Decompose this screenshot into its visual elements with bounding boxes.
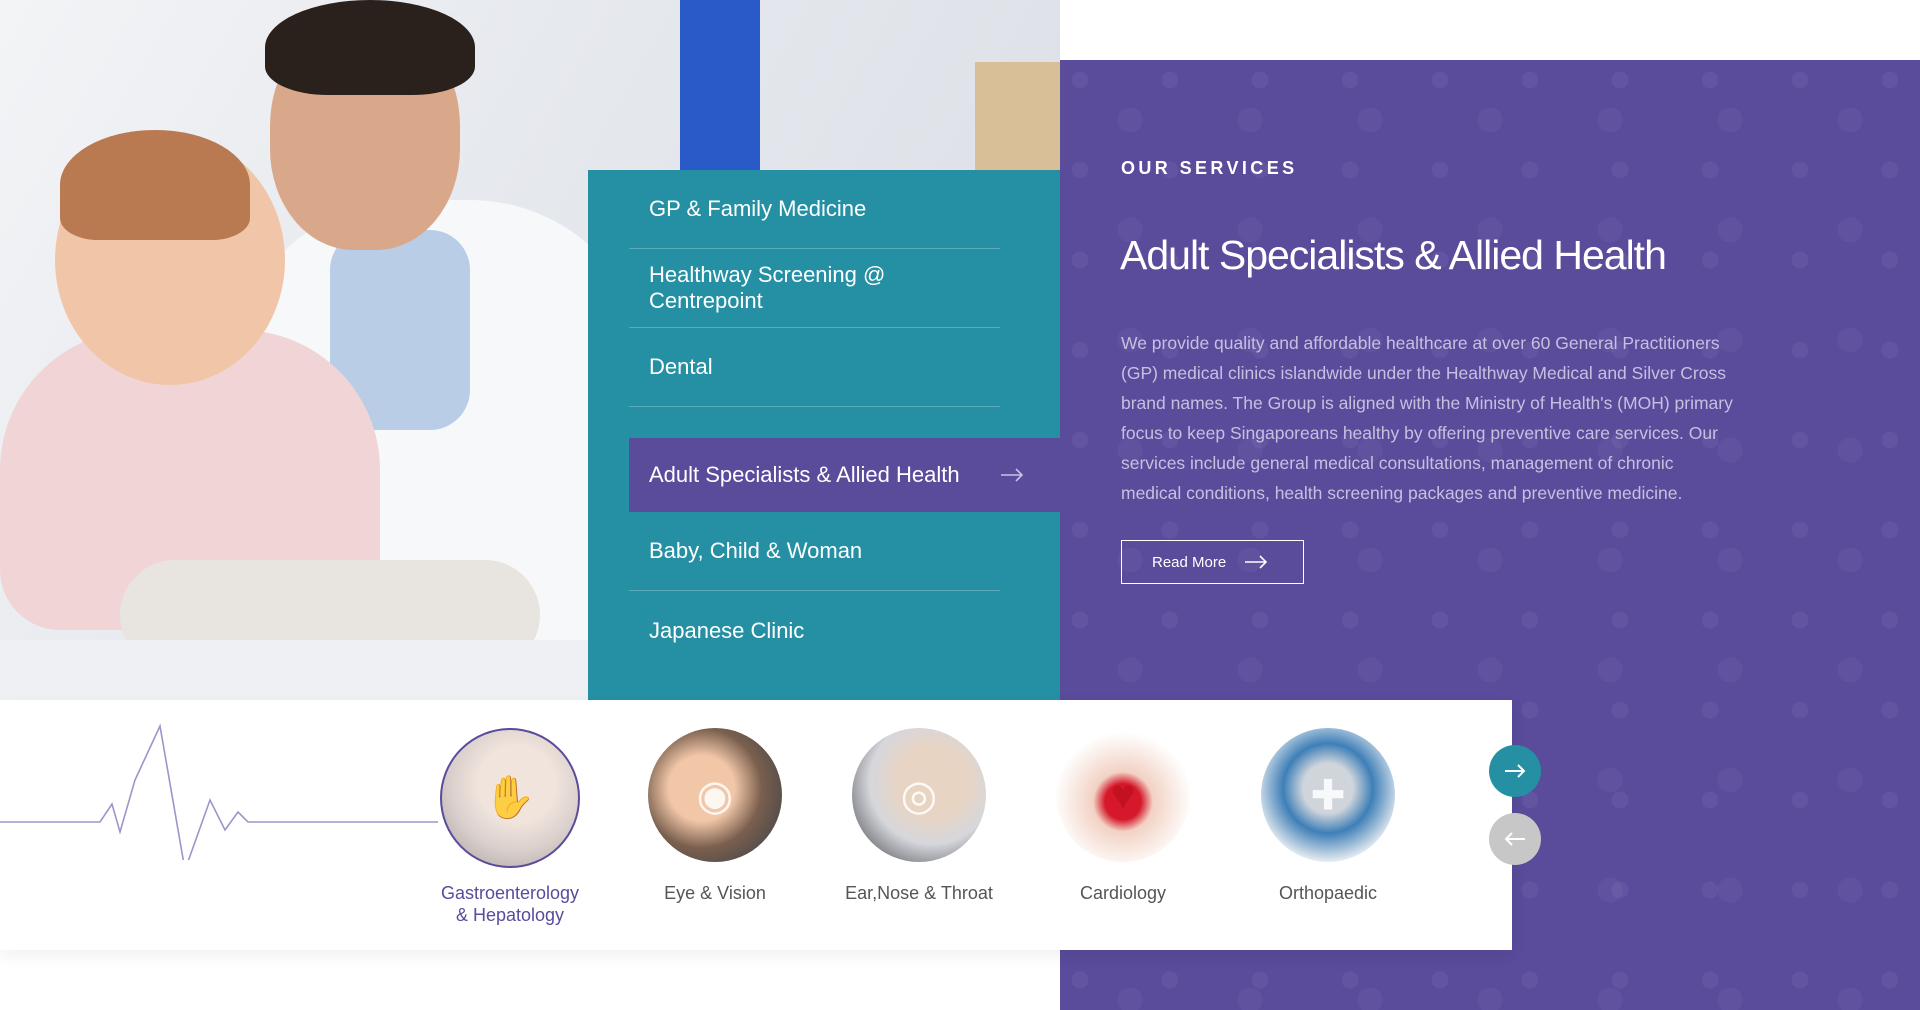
ear-icon: ◎ xyxy=(900,771,938,819)
menu-item-gp-family-medicine[interactable]: GP & Family Medicine xyxy=(629,170,1000,249)
section-title: Adult Specialists & Allied Health xyxy=(1120,232,1667,278)
service-menu: GP & Family Medicine Healthway Screening… xyxy=(588,170,1060,700)
menu-item-japanese-clinic[interactable]: Japanese Clinic xyxy=(629,591,1000,670)
arrow-right-icon xyxy=(1505,764,1526,778)
read-more-label: Read More xyxy=(1152,553,1227,571)
specialty-label: Gastroenterology & Hepatology xyxy=(425,882,595,926)
specialty-eye-vision[interactable]: ◉ Eye & Vision xyxy=(630,728,800,904)
menu-item-label: Japanese Clinic xyxy=(649,617,805,643)
arrow-right-icon xyxy=(1001,468,1024,482)
gastroenterology-image: ✋ xyxy=(440,728,580,868)
specialties-strip: ✋ Gastroenterology & Hepatology ◉ Eye & … xyxy=(0,700,1512,950)
specialty-label: Eye & Vision xyxy=(664,883,766,903)
arrow-right-icon xyxy=(1245,555,1268,569)
specialty-label: Ear,Nose & Throat xyxy=(845,883,993,903)
menu-item-label: Dental xyxy=(649,354,713,379)
carousel-prev-button[interactable] xyxy=(1489,813,1541,865)
ent-image: ◎ xyxy=(852,728,986,862)
arrow-left-icon xyxy=(1504,832,1525,846)
cardiology-image: ♥ xyxy=(1056,728,1190,862)
section-description: We provide quality and affordable health… xyxy=(1121,333,1733,503)
specialty-label: Orthopaedic xyxy=(1278,883,1378,903)
heartbeat-line-icon xyxy=(0,723,438,860)
doctor-hair xyxy=(265,0,475,95)
specialty-cardiology[interactable]: ♥ Cardiology xyxy=(1038,728,1208,904)
specialty-label-line1: Gastroenterology xyxy=(440,883,580,903)
specialty-label-line2: & Hepatology xyxy=(455,905,565,925)
menu-item-label: Baby, Child & Woman xyxy=(649,538,863,563)
bookshelf xyxy=(680,0,760,170)
bone-icon: ✚ xyxy=(1310,771,1346,819)
read-more-button[interactable]: Read More xyxy=(1121,540,1304,584)
carousel-next-button[interactable] xyxy=(1489,745,1541,797)
menu-item-dental[interactable]: Dental xyxy=(629,328,1000,407)
menu-item-label: Adult Specialists & Allied Health xyxy=(649,462,960,487)
eye-vision-image: ◉ xyxy=(648,728,782,862)
heart-icon: ♥ xyxy=(1110,771,1136,818)
specialty-orthopaedic[interactable]: ✚ Orthopaedic xyxy=(1243,728,1413,904)
specialty-ent[interactable]: ◎ Ear,Nose & Throat xyxy=(834,728,1004,904)
specialty-gastroenterology[interactable]: ✋ Gastroenterology & Hepatology xyxy=(425,728,595,926)
menu-item-healthway-screening[interactable]: Healthway Screening @ Centrepoint xyxy=(629,249,1000,328)
baby-hair xyxy=(60,130,250,240)
specialty-label: Cardiology xyxy=(1079,883,1167,903)
section-eyebrow: OUR SERVICES xyxy=(1121,158,1298,178)
eye-icon: ◉ xyxy=(696,771,734,819)
menu-item-adult-specialists[interactable]: Adult Specialists & Allied Health xyxy=(629,438,1060,512)
menu-item-baby-child-woman[interactable]: Baby, Child & Woman xyxy=(629,512,1000,591)
background-box xyxy=(975,62,1060,182)
orthopaedic-image: ✚ xyxy=(1261,728,1395,862)
menu-item-label: GP & Family Medicine xyxy=(649,196,867,221)
stomach-icon: ✋ xyxy=(483,773,537,821)
menu-item-label: Healthway Screening @ Centrepoint xyxy=(649,262,886,313)
